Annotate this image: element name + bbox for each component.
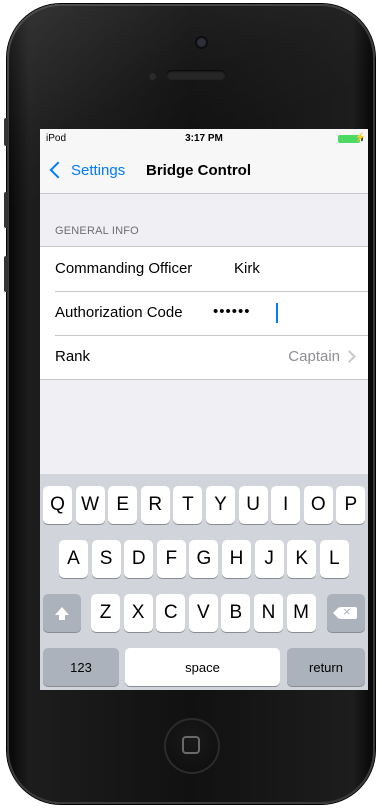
key-u[interactable]: U bbox=[238, 486, 268, 524]
commanding-officer-field[interactable]: Kirk bbox=[234, 260, 260, 277]
chevron-left-icon bbox=[49, 161, 67, 179]
authorization-code-label: Authorization Code bbox=[55, 304, 183, 321]
key-r[interactable]: R bbox=[140, 486, 170, 524]
key-v[interactable]: V bbox=[188, 594, 218, 632]
section-header: GENERAL INFO bbox=[55, 225, 139, 237]
front-camera bbox=[197, 38, 206, 47]
key-o[interactable]: O bbox=[303, 486, 333, 524]
rank-value: Captain bbox=[288, 348, 340, 365]
key-j[interactable]: J bbox=[254, 540, 284, 578]
chevron-right-icon bbox=[343, 350, 356, 363]
back-button-label: Settings bbox=[71, 161, 126, 179]
key-t[interactable]: T bbox=[173, 486, 203, 524]
charging-icon: ⚡ bbox=[354, 132, 366, 142]
volume-down-button bbox=[4, 256, 8, 292]
settings-group: Commanding Officer Kirk Authorization Co… bbox=[40, 246, 368, 380]
key-p[interactable]: P bbox=[336, 486, 366, 524]
authorization-code-field[interactable]: •••••• bbox=[213, 303, 251, 320]
screen: iPod 3:17 PM ⚡ Settings Bridge Control G… bbox=[40, 129, 368, 690]
key-w[interactable]: W bbox=[75, 486, 105, 524]
proximity-sensor bbox=[149, 73, 156, 80]
delete-key[interactable] bbox=[327, 594, 365, 632]
key-z[interactable]: Z bbox=[91, 594, 120, 632]
earpiece bbox=[166, 70, 226, 80]
back-button[interactable]: Settings bbox=[48, 159, 125, 181]
numbers-key[interactable]: 123 bbox=[43, 648, 119, 686]
key-d[interactable]: D bbox=[124, 540, 154, 578]
commanding-officer-label: Commanding Officer bbox=[55, 260, 193, 277]
key-q[interactable]: Q bbox=[43, 486, 72, 524]
home-square-icon bbox=[182, 736, 200, 754]
rank-row[interactable]: Rank Captain bbox=[40, 335, 368, 379]
status-time: 3:17 PM bbox=[185, 133, 223, 144]
return-key[interactable]: return bbox=[287, 648, 365, 686]
key-f[interactable]: F bbox=[156, 540, 186, 578]
key-l[interactable]: L bbox=[319, 540, 349, 578]
volume-up-button bbox=[4, 192, 8, 228]
page-title: Bridge Control bbox=[146, 162, 251, 179]
key-n[interactable]: N bbox=[254, 594, 283, 632]
mute-switch bbox=[4, 118, 8, 146]
key-i[interactable]: I bbox=[271, 486, 301, 524]
key-a[interactable]: A bbox=[59, 540, 88, 578]
space-key[interactable]: space bbox=[125, 648, 280, 686]
key-s[interactable]: S bbox=[91, 540, 121, 578]
key-g[interactable]: G bbox=[189, 540, 219, 578]
shift-key[interactable] bbox=[43, 594, 81, 632]
status-bar: iPod 3:17 PM ⚡ bbox=[40, 129, 368, 149]
rank-label: Rank bbox=[55, 348, 91, 365]
key-h[interactable]: H bbox=[222, 540, 251, 578]
shift-icon bbox=[55, 607, 69, 620]
backspace-icon bbox=[333, 604, 357, 619]
key-y[interactable]: Y bbox=[206, 486, 235, 524]
home-button[interactable] bbox=[164, 718, 220, 774]
key-x[interactable]: X bbox=[123, 594, 153, 632]
key-c[interactable]: C bbox=[156, 594, 186, 632]
authorization-code-row[interactable]: Authorization Code •••••• bbox=[40, 291, 368, 335]
key-e[interactable]: E bbox=[108, 486, 138, 524]
key-k[interactable]: K bbox=[287, 540, 317, 578]
text-cursor bbox=[276, 303, 278, 323]
key-b[interactable]: B bbox=[221, 594, 251, 632]
commanding-officer-row[interactable]: Commanding Officer Kirk bbox=[40, 247, 368, 291]
keyboard: QWERTYUIOP ASDFGHJKL ZXCVBNM 123spacereturn bbox=[40, 474, 368, 690]
navigation-bar: Settings Bridge Control bbox=[40, 149, 368, 194]
key-m[interactable]: M bbox=[286, 594, 316, 632]
